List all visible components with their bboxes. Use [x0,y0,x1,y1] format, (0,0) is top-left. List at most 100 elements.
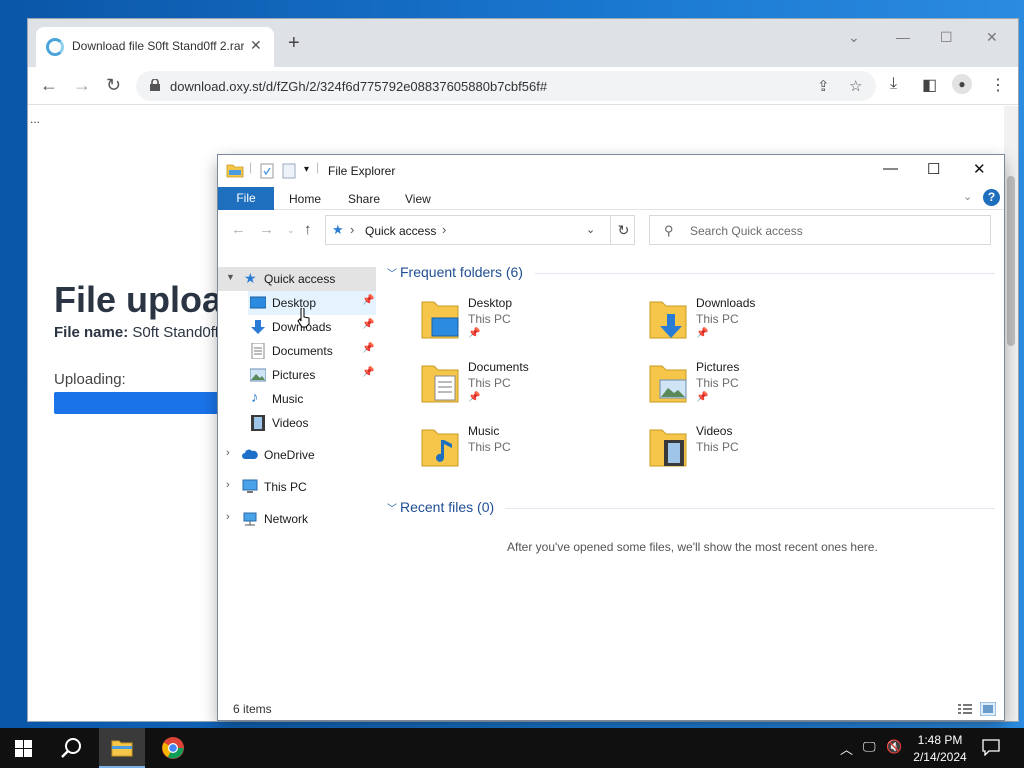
lock-icon[interactable] [150,79,160,91]
address-breadcrumb[interactable]: Quick access [365,224,436,238]
explorer-maximize-button[interactable]: ☐ [927,160,940,178]
details-view-icon[interactable] [957,702,973,716]
pin-icon[interactable]: 📌 [362,319,374,330]
nav-item-quick-access[interactable]: ▼ ★ Quick access [218,267,376,291]
downloads-icon[interactable]: ⤓ [890,75,897,93]
windows-start-icon[interactable] [15,740,32,757]
clock-time[interactable]: 1:48 PM [912,733,968,747]
collapse-chevron-icon[interactable]: ﹀ [387,500,397,515]
pin-icon[interactable]: 📌 [362,367,374,378]
explorer-title: File Explorer [328,164,396,178]
folder-location: This PC [696,440,739,454]
nav-item-onedrive[interactable]: › OneDrive [218,443,376,467]
folder-tile-desktop[interactable]: Desktop This PC 📌 [420,296,640,352]
collapse-chevron-icon[interactable]: ﹀ [387,265,397,280]
folder-location: This PC [696,312,739,326]
recent-locations-icon[interactable]: ⌄ [287,225,295,236]
large-icons-view-icon[interactable] [980,702,996,716]
volume-muted-icon[interactable]: 🔇 [886,739,902,755]
new-tab-button[interactable]: + [288,33,300,53]
taskbar-chrome[interactable] [150,728,196,768]
explorer-address-bar[interactable]: ★ › Quick access › ⌄ ↻ [325,215,635,245]
folder-tile-downloads[interactable]: Downloads This PC 📌 [648,296,868,352]
show-hidden-icons-chevron-icon[interactable]: ︿ [840,739,853,758]
breadcrumb-separator-icon[interactable]: › [350,222,354,237]
breadcrumb-separator-icon[interactable]: › [442,222,446,237]
profile-avatar-icon[interactable]: ● [952,74,972,94]
network-status-icon[interactable]: 🖵 [863,739,876,755]
qat-separator: | [316,160,320,174]
page-heading: File uploa [54,279,223,320]
nav-item-network[interactable]: › Network [218,507,376,531]
side-panel-icon[interactable]: ◧ [922,75,937,95]
page-scrollbar[interactable] [1004,106,1018,721]
explorer-search-input[interactable]: ⚲ Search Quick access [649,215,991,245]
bookmark-star-icon[interactable]: ☆ [849,77,862,95]
forward-button[interactable]: → [73,76,91,94]
browser-minimize-button[interactable]: — [896,29,910,45]
explorer-forward-button[interactable]: → [259,221,274,238]
page-scroll-thumb[interactable] [1007,176,1015,346]
recent-files-empty-message: After you've opened some files, we'll sh… [507,540,878,554]
folder-tile-videos[interactable]: Videos This PC [648,424,868,480]
folder-tile-documents[interactable]: Documents This PC 📌 [420,360,640,416]
ribbon-tab-home[interactable]: Home [289,192,321,206]
browser-maximize-button[interactable]: ☐ [940,29,953,46]
ribbon-tab-view[interactable]: View [405,192,431,206]
nav-item-this-pc[interactable]: › This PC [218,475,376,499]
search-icon: ⚲ [664,223,674,238]
browser-close-button[interactable]: ✕ [986,29,998,46]
close-tab-icon[interactable]: ✕ [250,37,262,54]
new-folder-icon[interactable] [282,163,296,179]
nav-item-documents[interactable]: Documents 📌 [218,339,376,363]
url-text: download.oxy.st/d/fZGh/2/324f6d775792e08… [170,79,548,94]
explorer-back-button[interactable]: ← [231,221,246,238]
qat-separator: | [249,160,253,174]
help-icon[interactable]: ? [983,189,1000,206]
qat-customize-icon[interactable]: ▾ [304,164,309,175]
music-note-icon: ♪ [251,389,259,406]
pin-icon: 📌 [696,392,709,403]
pin-icon[interactable]: 📌 [362,295,374,306]
properties-icon[interactable] [260,163,274,179]
expand-chevron-icon[interactable]: › [226,479,230,491]
tab-search-chevron-icon[interactable]: ⌄ [848,29,860,46]
explorer-title-bar[interactable]: | ▾ | File Explorer — ☐ ✕ [218,155,1004,186]
expand-chevron-icon[interactable]: › [226,447,230,459]
expand-chevron-icon[interactable]: › [226,511,230,523]
pin-icon: 📌 [696,328,709,339]
refresh-button[interactable]: ↻ [610,216,636,244]
address-dropdown-icon[interactable]: ⌄ [586,223,595,236]
taskbar-search-icon[interactable] [61,737,83,759]
share-icon[interactable]: ⇪ [817,77,830,95]
folder-name: Downloads [696,296,756,310]
nav-item-pictures[interactable]: Pictures 📌 [218,363,376,387]
notification-center-icon[interactable] [982,738,1000,756]
expand-ribbon-chevron-icon[interactable]: ⌄ [963,190,972,203]
browser-menu-icon[interactable]: ⋮ [990,75,1006,95]
chrome-icon [162,737,184,759]
pin-icon[interactable]: 📌 [362,343,374,354]
ribbon-tab-share[interactable]: Share [348,192,380,206]
nav-item-videos[interactable]: Videos [218,411,376,435]
explorer-app-icon[interactable] [226,162,244,178]
recent-files-header[interactable]: ﹀ Recent files (0) [383,496,997,520]
nav-item-music[interactable]: ♪ Music [218,387,376,411]
nav-item-desktop[interactable]: Desktop 📌 [248,291,376,315]
folder-documents-icon [421,365,459,403]
reload-button[interactable]: ↻ [106,76,121,94]
ribbon-tab-file[interactable]: File [218,187,274,210]
explorer-minimize-button[interactable]: — [883,160,898,177]
back-button[interactable]: ← [40,76,58,94]
address-bar[interactable]: download.oxy.st/d/fZGh/2/324f6d775792e08… [136,71,876,101]
explorer-close-button[interactable]: ✕ [973,160,986,178]
collapse-chevron-icon[interactable]: ▼ [226,272,235,282]
browser-tab[interactable]: Download file S0ft Stand0ff 2.rar ✕ [36,27,274,67]
folder-tile-music[interactable]: Music This PC [420,424,640,480]
clock-date[interactable]: 2/14/2024 [906,750,974,764]
up-one-level-button[interactable]: ↑ [304,221,312,238]
nav-item-label: Videos [272,416,309,430]
folder-tile-pictures[interactable]: Pictures This PC 📌 [648,360,868,416]
frequent-folders-header[interactable]: ﹀ Frequent folders (6) [383,261,997,285]
taskbar-file-explorer[interactable] [99,728,145,768]
